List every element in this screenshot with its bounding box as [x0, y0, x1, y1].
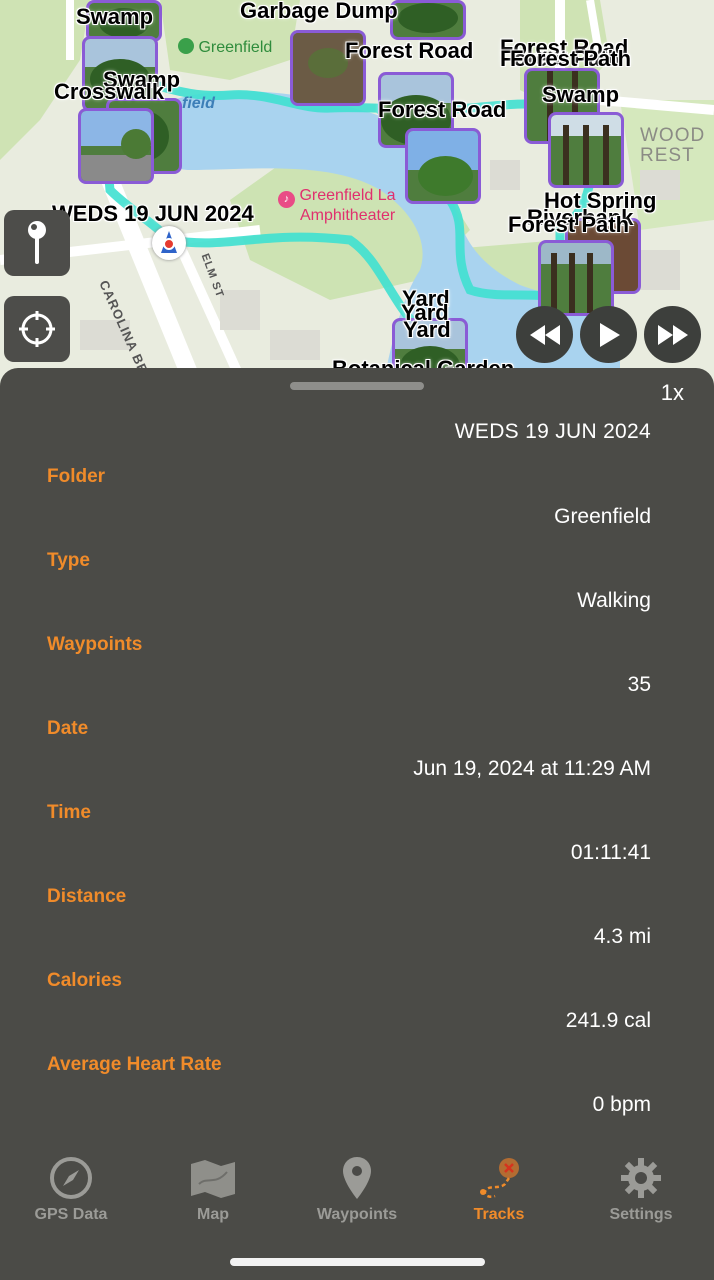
gear-icon — [621, 1158, 661, 1198]
track-date-label: WEDS 19 JUN 2024 — [52, 201, 254, 226]
track-title: WEDS 19 JUN 2024 — [454, 420, 651, 443]
calories-value: 241.9 cal — [565, 1009, 651, 1032]
pin-icon — [343, 1157, 371, 1199]
waypoint-label: Forest Path — [510, 46, 632, 71]
tab-gps-data[interactable]: GPS Data — [0, 1148, 142, 1224]
map-icon — [191, 1160, 235, 1198]
rewind-icon — [529, 324, 560, 345]
tab-label: GPS Data — [34, 1206, 108, 1223]
waypoints-label: Waypoints — [47, 634, 143, 655]
play-icon — [599, 322, 620, 347]
tree-icon — [178, 38, 194, 54]
waypoints-value[interactable]: 35 — [628, 673, 651, 697]
heart-rate-label: Average Heart Rate — [47, 1054, 222, 1075]
folder-value[interactable]: Greenfield — [554, 505, 651, 529]
waypoint-label: Forest Road — [345, 38, 474, 63]
tab-map[interactable]: Map — [142, 1148, 284, 1224]
compass-icon — [50, 1157, 92, 1199]
distance-value: 4.3 mi — [593, 925, 651, 948]
water-label: field — [182, 95, 215, 112]
park-poi-label: Greenfield — [178, 38, 272, 57]
waypoint-photo[interactable] — [390, 0, 466, 40]
time-label: Time — [47, 802, 92, 823]
recenter-location-button[interactable] — [4, 296, 70, 362]
tab-label: Map — [197, 1206, 229, 1223]
sheet-grabber[interactable] — [290, 382, 424, 390]
waypoint-label: Forest Road — [378, 97, 507, 122]
drop-pin-button[interactable] — [4, 210, 70, 276]
amphitheater-poi-label: ♪ Greenfield La Amphitheater — [278, 187, 396, 225]
tab-label: Waypoints — [316, 1206, 398, 1223]
type-label: Type — [47, 550, 90, 571]
waypoint-photo[interactable] — [78, 108, 154, 184]
fast-forward-icon — [657, 324, 688, 345]
date-value[interactable]: Jun 19, 2024 at 11:29 AM — [413, 757, 651, 781]
waypoint-label: Swamp — [542, 82, 620, 107]
crosshair-icon — [19, 311, 55, 347]
distance-label: Distance — [47, 886, 127, 907]
date-label: Date — [47, 718, 89, 739]
play-button[interactable] — [580, 306, 637, 363]
tab-label: Settings — [609, 1206, 673, 1223]
tab-label: Tracks — [473, 1206, 525, 1223]
track-start-marker[interactable] — [152, 226, 186, 260]
waypoint-label: Forest Path — [508, 212, 630, 237]
pin-icon — [28, 221, 46, 264]
folder-label: Folder — [47, 466, 106, 487]
track-route-icon — [480, 1158, 519, 1199]
type-value[interactable]: Walking — [577, 589, 651, 613]
time-value: 01:11:41 — [570, 841, 651, 864]
rewind-button[interactable] — [516, 306, 573, 363]
map-view[interactable]: Greenfield field ♪ Greenfield La Amphith… — [0, 0, 714, 400]
heart-rate-value: 0 bpm — [592, 1093, 651, 1116]
fast-forward-button[interactable] — [644, 306, 701, 363]
music-note-icon: ♪ — [278, 191, 295, 208]
tab-settings[interactable]: Settings — [570, 1148, 712, 1224]
wood-area-label: WOOD REST — [640, 125, 706, 166]
waypoint-photo[interactable] — [538, 240, 614, 316]
waypoint-photo[interactable] — [405, 128, 481, 204]
waypoint-photo[interactable] — [548, 112, 624, 188]
playback-speed-button[interactable]: 1x — [661, 380, 684, 406]
waypoint-label: Yard — [403, 317, 451, 342]
tab-waypoints[interactable]: Waypoints — [286, 1148, 428, 1224]
tab-tracks[interactable]: Tracks — [428, 1148, 570, 1224]
calories-label: Calories — [47, 970, 122, 991]
waypoint-label: Garbage Dump — [240, 0, 398, 23]
waypoint-label: Crosswalk — [54, 79, 165, 104]
waypoint-label: Swamp — [76, 4, 154, 29]
home-indicator[interactable] — [230, 1258, 485, 1266]
